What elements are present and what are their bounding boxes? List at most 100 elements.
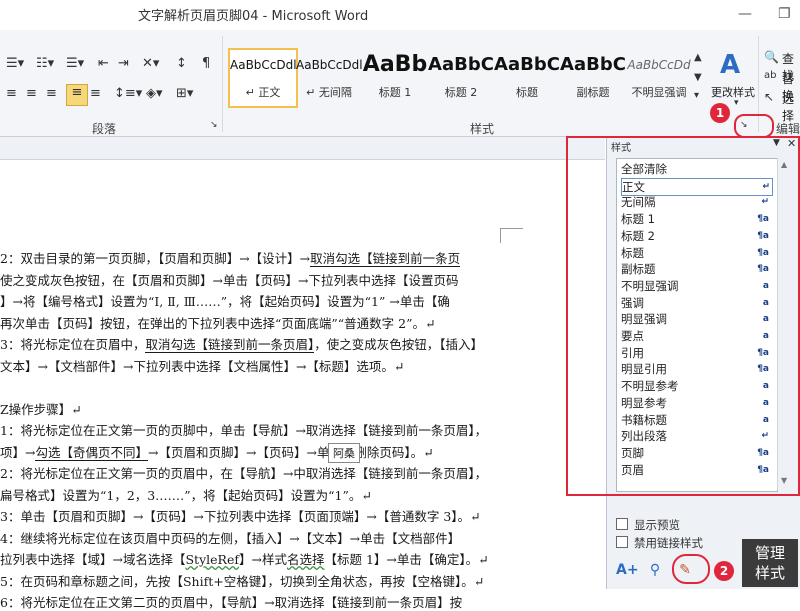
numbering-icon[interactable]: ☷▾ — [36, 56, 54, 71]
shading-icon[interactable]: ◈▾ — [146, 86, 163, 101]
document-text-run: 2：将光标定位在正文第一页的页眉中，在【导航】→中取消选择【链接到前一条页眉】， — [0, 466, 488, 481]
document-text-run: 】→样式 — [238, 552, 287, 567]
document-text-run: 【标题 1】→单击【确定】。↵ — [324, 552, 489, 567]
manage-styles-highlight — [672, 554, 710, 584]
style-sample: AaBbCcDdl — [230, 58, 296, 72]
document-text-run: 5：在页码和章标题之间，先按【Shift+空格键】，切换到全角状态，再按【空格键… — [0, 573, 485, 589]
document-text-run: 3：单击【页眉和页脚】→【页码】→下拉列表中选择【页面顶端】→【普通数字 3】。… — [0, 509, 481, 524]
document-text-run: 勾选【奇偶页不同】 — [35, 444, 148, 461]
style-sample: AaBb — [362, 52, 428, 77]
document-text-run: StyleRef — [185, 552, 239, 567]
change-styles-dropdown-icon[interactable]: ▾ — [734, 98, 739, 108]
disable-linked-styles-checkbox[interactable]: 禁用链接样式 — [616, 535, 703, 551]
document-text-run: 拉列表中选择【域】→域名选择【 — [0, 552, 186, 567]
document-text-run: 】→将【编号格式】设置为“Ⅰ, Ⅱ, Ⅲ……”，将【起始页码】设置为“1” →单… — [0, 294, 450, 309]
align-center-icon[interactable]: ≡ — [26, 86, 37, 101]
document-text-run: 使之变成灰色按钮，在【页眉和页脚】→单击【页码】→下拉列表中选择【设置页码 — [0, 272, 459, 288]
document-text-run: 2：双击目录的第一页页脚，【页眉和页脚】→【设计】→ — [0, 251, 311, 266]
document-text-run: 取消勾选【链接到前一条页 — [310, 251, 461, 267]
bullets-icon[interactable]: ☰▾ — [6, 56, 24, 71]
justify-icon[interactable]: ≡ — [66, 84, 88, 106]
show-preview-checkbox[interactable]: 显示预览 — [616, 517, 680, 533]
dialog-launcher-highlight — [734, 114, 774, 138]
style-gallery-item[interactable]: AaBbC 标题 2 — [428, 50, 494, 104]
document-text-run: →【页眉和页脚】→【页码】→单击【删除页码】。↵ — [148, 444, 434, 460]
document-text-run: 6：将光标定位在正文第二页的页眉中，【导航】→取消选择【链接到前一条页眉】按 — [0, 595, 463, 610]
title-bar: 文字解析页眉页脚04 - Microsoft Word — ❐ — [0, 0, 800, 30]
document-line: 4：继续将光标定位在该页眉中页码的左侧，【插入】→【文本】→单击【文档部件】 — [0, 528, 460, 547]
change-styles-label[interactable]: 更改样式 — [711, 84, 755, 100]
style-gallery-item[interactable]: AaBb 标题 1 — [362, 50, 428, 104]
manage-styles-callout: 管理样式 — [742, 539, 798, 587]
style-gallery-item[interactable]: AaBbCcDdl ↵ 正文 — [228, 48, 298, 108]
distributed-icon[interactable]: ≡ — [90, 86, 101, 101]
style-sample: AaBbCcDd — [627, 58, 691, 72]
checkbox-box[interactable] — [616, 518, 628, 530]
style-gallery-item[interactable]: AaBbCcDd 不明显强调 — [626, 50, 692, 104]
document-line: 扁号格式】设置为“1，2，3.……”，将【起始页码】设置为“1”。↵ — [0, 485, 372, 504]
group-divider — [222, 36, 223, 132]
select-icon[interactable]: ↖ — [764, 90, 774, 104]
gallery-more-icon[interactable]: ▾ — [694, 90, 699, 101]
paragraph-group-label: 段落 — [92, 122, 117, 136]
document-line: 5：在页码和章标题之间，先按【Shift+空格键】，切换到全角状态，再按【空格键… — [0, 571, 484, 590]
align-left-icon[interactable]: ≡ — [6, 86, 17, 101]
style-sample: AaBbC — [428, 54, 494, 75]
style-name: 标题 1 — [378, 86, 412, 99]
style-name: 不明显强调 — [631, 86, 687, 99]
style-inspector-icon[interactable]: ⚲ — [644, 559, 666, 581]
styles-pane-highlight — [566, 136, 800, 496]
line-spacing-icon[interactable]: ↕≡▾ — [114, 86, 142, 101]
style-name: 副标题 — [576, 86, 610, 99]
style-name: 标题 — [516, 86, 538, 99]
ribbon: ☰▾ ☷▾ ☰▾ ⇤ ⇥ ✕▾ ↕ ¶ ≡ ≡ ≡ ≡ ≡ ↕≡▾ ◈▾ ⊞▾ … — [0, 30, 800, 137]
document-line: 2：双击目录的第一页页脚，【页眉和页脚】→【设计】→取消勾选【链接到前一条页 — [0, 248, 461, 267]
paragraph-dialog-launcher-icon[interactable]: ↘ — [210, 120, 218, 130]
sort-icon[interactable]: ↕ — [176, 56, 187, 71]
gallery-scroll-up-icon[interactable]: ▲ — [694, 52, 702, 63]
replace-icon[interactable]: ab — [764, 70, 776, 81]
show-marks-icon[interactable]: ¶ — [202, 56, 210, 71]
style-name: ↵ 正文 — [245, 86, 281, 99]
style-gallery-item[interactable]: AaBbC 副标题 — [560, 50, 626, 104]
align-right-icon[interactable]: ≡ — [46, 86, 57, 101]
style-name: ↵ 无间隔 — [306, 86, 352, 99]
document-line: Z操作步骤】↵ — [0, 399, 82, 418]
checkbox-box[interactable] — [616, 536, 628, 548]
borders-icon[interactable]: ⊞▾ — [176, 86, 193, 101]
manage-styles-callout-text: 管理样式 — [754, 544, 785, 582]
styles-group-label: 样式 — [470, 122, 495, 136]
document-line: 文本】→【文档部件】→下拉列表中选择【文档属性】→【标题】选项。↵ — [0, 356, 404, 375]
ruler — [0, 137, 605, 160]
style-sample: AaBbC — [560, 54, 626, 75]
select-label[interactable]: 选择 — [782, 90, 800, 124]
document-text-run: 文本】→【文档部件】→下拉列表中选择【文档属性】→【标题】选项。↵ — [0, 358, 405, 374]
gallery-scroll-down-icon[interactable]: ▼ — [694, 72, 702, 83]
style-sample: AaBbCcDdl — [296, 58, 362, 72]
style-gallery-item[interactable]: AaBbCcDdl ↵ 无间隔 — [296, 50, 362, 104]
minimize-button[interactable]: — — [738, 6, 752, 22]
document-line: 拉列表中选择【域】→域名选择【StyleRef】→样式名选择【标题 1】→单击【… — [0, 549, 489, 568]
change-styles-icon[interactable]: A — [720, 50, 740, 80]
document-text-run: 取消勾选【链接到前一条页眉】 — [145, 337, 315, 353]
new-style-icon[interactable]: A+ — [616, 559, 639, 581]
document-text-run: 4：继续将光标定位在该页眉中页码的左侧，【插入】→【文本】→单击【文档部件】 — [0, 530, 461, 546]
style-gallery-item[interactable]: AaBbC 标题 — [494, 50, 560, 104]
margin-mark — [500, 228, 523, 243]
find-icon[interactable]: 🔍 — [764, 50, 779, 64]
document-line: 6：将光标定位在正文第二页的页眉中，【导航】→取消选择【链接到前一条页眉】按 — [0, 592, 462, 611]
document-line: 1：将光标定位在正文第一页的页脚中，单击【导航】→取消选择【链接到前一条页眉】， — [0, 420, 487, 439]
document-text-run: 再次单击【页码】按钮，在弹出的下拉列表中选择“页面底端”“普通数字 2”。↵ — [0, 315, 436, 331]
editing-group-label: 编辑 — [776, 122, 800, 136]
document-line: 使之变成灰色按钮，在【页眉和页脚】→单击【页码】→下拉列表中选择【设置页码 — [0, 270, 458, 289]
increase-indent-icon[interactable]: ⇥ — [118, 56, 129, 71]
window-title: 文字解析页眉页脚04 - Microsoft Word — [138, 9, 369, 24]
restore-button[interactable]: ❐ — [778, 6, 791, 22]
style-sample: AaBbC — [494, 54, 560, 75]
multilevel-list-icon[interactable]: ☰▾ — [66, 56, 84, 71]
document-text-run: 扁号格式】设置为“1，2，3.……”，将【起始页码】设置为“1”。↵ — [0, 487, 372, 503]
decrease-indent-icon[interactable]: ⇤ — [98, 56, 109, 71]
chinese-layout-icon[interactable]: ✕▾ — [142, 56, 159, 71]
step-badge-2: 2 — [714, 561, 734, 581]
style-name: 标题 2 — [444, 86, 478, 99]
